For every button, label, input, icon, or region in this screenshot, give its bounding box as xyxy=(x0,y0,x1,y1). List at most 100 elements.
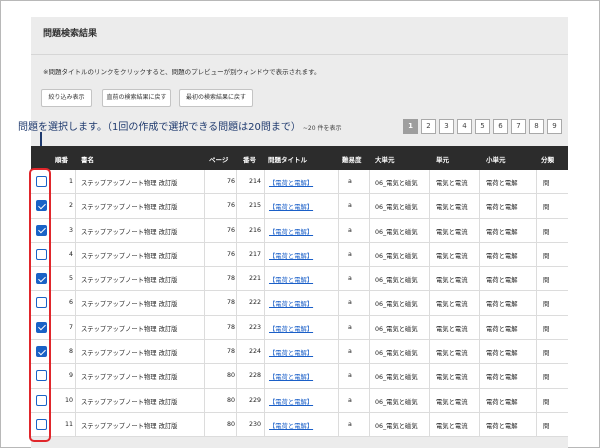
column-divider xyxy=(204,218,205,242)
cell-minor: 電荷と電解 xyxy=(486,277,518,285)
cell-book: ステップアップノート物理 改訂版 xyxy=(81,374,178,382)
table-row: 2 ステップアップノート物理 改訂版 76 215 【電荷と電解】 a 06_電気と磁気 電気… xyxy=(31,194,568,219)
cell-title-link[interactable]: 【電荷と電解】 xyxy=(269,421,329,430)
cell-diff: a xyxy=(348,250,352,258)
cell-unit: 電気と電流 xyxy=(436,398,468,406)
cell-title-link[interactable]: 【電荷と電解】 xyxy=(269,299,329,308)
column-divider xyxy=(204,364,205,388)
column-divider xyxy=(236,412,237,437)
column-divider xyxy=(536,412,537,437)
cell-unit: 電気と電流 xyxy=(436,325,468,333)
cell-title-link[interactable]: 【電荷と電解】 xyxy=(269,372,329,381)
cell-cls: 問 xyxy=(543,350,550,358)
cell-unit: 電気と電流 xyxy=(436,204,468,212)
column-divider xyxy=(75,315,76,340)
cell-title-link[interactable]: 【電荷と電解】 xyxy=(269,397,329,406)
column-divider xyxy=(369,364,370,388)
column-divider xyxy=(236,242,237,267)
cell-title-link[interactable]: 【電荷と電解】 xyxy=(269,275,329,284)
panel-divider xyxy=(31,54,568,55)
page-5-button[interactable]: 5 xyxy=(475,119,490,134)
cell-minor: 電荷と電解 xyxy=(486,204,518,212)
cell-book: ステップアップノート物理 改訂版 xyxy=(81,204,178,212)
cell-no: 7 xyxy=(68,323,73,331)
table-row: 5 ステップアップノート物理 改訂版 78 221 【電荷と電解】 a 06_電気と磁気 電気… xyxy=(31,267,568,292)
page-3-button[interactable]: 3 xyxy=(439,119,454,134)
cell-page: 76 xyxy=(226,202,235,210)
page-8-button[interactable]: 8 xyxy=(529,119,544,134)
cell-cls: 問 xyxy=(543,398,550,406)
header-unit: 単元 xyxy=(436,156,449,164)
cell-major: 06_電気と磁気 xyxy=(375,374,418,382)
column-divider xyxy=(204,412,205,437)
cell-diff: a xyxy=(348,178,352,185)
column-divider xyxy=(204,267,205,291)
cell-no: 1 xyxy=(68,178,73,185)
back-to-previous-results-button[interactable]: 直前の検索結果に戻す xyxy=(102,89,171,107)
cell-unit: 電気と電流 xyxy=(436,180,468,187)
column-divider xyxy=(75,194,76,218)
cell-no: 2 xyxy=(68,202,73,210)
column-divider xyxy=(264,194,265,218)
page-7-button[interactable]: 7 xyxy=(511,119,526,134)
column-divider xyxy=(536,364,537,388)
column-divider xyxy=(338,412,339,437)
cell-title-link[interactable]: 【電荷と電解】 xyxy=(269,202,329,211)
cell-book: ステップアップノート物理 改訂版 xyxy=(81,180,178,187)
column-divider xyxy=(75,412,76,437)
cell-num: 229 xyxy=(248,396,261,404)
column-divider xyxy=(264,218,265,242)
back-to-first-results-button[interactable]: 最初の検索結果に戻す xyxy=(179,89,253,107)
cell-page: 78 xyxy=(226,323,235,331)
cell-minor: 電荷と電解 xyxy=(486,398,518,406)
column-divider xyxy=(75,340,76,364)
table-row: 1 ステップアップノート物理 改訂版 76 214 【電荷と電解】 a 06_電気と磁気 電気… xyxy=(31,170,568,195)
page-9-button[interactable]: 9 xyxy=(547,119,562,134)
cell-minor: 電荷と電解 xyxy=(486,180,518,187)
page-1-button[interactable]: 1 xyxy=(403,119,418,134)
cell-diff: a xyxy=(348,226,352,234)
column-divider xyxy=(338,267,339,291)
cell-diff: a xyxy=(348,323,352,331)
cell-num: 223 xyxy=(248,323,261,331)
table-row: 6 ステップアップノート物理 改訂版 78 222 【電荷と電解】 a 06_電気と磁気 電気… xyxy=(31,291,568,316)
cell-title-link[interactable]: 【電荷と電解】 xyxy=(269,227,329,236)
page-4-button[interactable]: 4 xyxy=(457,119,472,134)
cell-num: 230 xyxy=(248,420,261,428)
column-divider xyxy=(236,267,237,291)
filter-display-button[interactable]: 絞り込み表示 xyxy=(41,89,92,107)
cell-cls: 問 xyxy=(543,277,550,285)
column-divider xyxy=(264,170,265,194)
cell-diff: a xyxy=(348,372,352,380)
cell-diff: a xyxy=(348,275,352,283)
cell-no: 11 xyxy=(64,420,73,428)
cell-title-link[interactable]: 【電荷と電解】 xyxy=(269,324,329,333)
cell-page: 78 xyxy=(226,348,235,356)
column-divider xyxy=(338,364,339,388)
cell-title-link[interactable]: 【電荷と電解】 xyxy=(269,178,329,187)
page-2-button[interactable]: 2 xyxy=(421,119,436,134)
column-divider xyxy=(264,340,265,364)
cell-page: 80 xyxy=(226,420,235,428)
table-row: 7 ステップアップノート物理 改訂版 78 223 【電荷と電解】 a 06_電気と磁気 電気… xyxy=(31,315,568,341)
cell-title-link[interactable]: 【電荷と電解】 xyxy=(269,348,329,357)
column-divider xyxy=(369,194,370,218)
cell-num: 224 xyxy=(248,348,261,356)
column-divider xyxy=(236,315,237,340)
table-row: 9 ステップアップノート物理 改訂版 80 228 【電荷と電解】 a 06_電気と磁気 電気… xyxy=(31,364,568,389)
cell-book: ステップアップノート物理 改訂版 xyxy=(81,398,178,406)
cell-major: 06_電気と磁気 xyxy=(375,350,418,358)
column-divider xyxy=(204,315,205,340)
cell-diff: a xyxy=(348,420,352,428)
cell-minor: 電荷と電解 xyxy=(486,301,518,309)
cell-book: ステップアップノート物理 改訂版 xyxy=(81,422,178,430)
table-row: 11 ステップアップノート物理 改訂版 80 230 【電荷と電解】 a 06_電気と磁気 電… xyxy=(31,412,568,438)
page-6-button[interactable]: 6 xyxy=(493,119,508,134)
header-num: 番号 xyxy=(243,156,256,164)
column-divider xyxy=(369,412,370,437)
cell-cls: 問 xyxy=(543,252,550,260)
pagination: 123456789 xyxy=(403,119,562,134)
column-divider xyxy=(236,388,237,412)
cell-title-link[interactable]: 【電荷と電解】 xyxy=(269,251,329,260)
cell-book: ステップアップノート物理 改訂版 xyxy=(81,277,178,285)
